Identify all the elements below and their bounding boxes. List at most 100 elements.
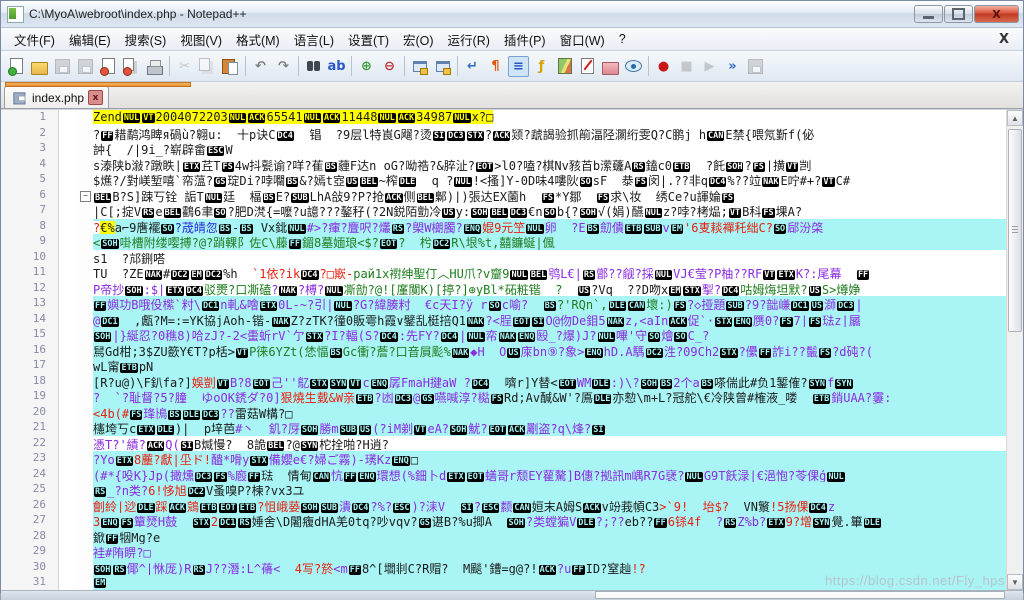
macro-run-multiple-icon[interactable]: » (722, 56, 743, 77)
sync-horizontal-scroll-icon[interactable] (432, 56, 453, 77)
close-button[interactable]: X (974, 5, 1019, 23)
close-all-icon[interactable] (121, 56, 142, 77)
menu-item-plugins[interactable]: 插件(P) (497, 28, 553, 51)
code-line[interactable]: RS_?n类?6!恀旭DC2V蚤嗅P?楝?vx3ユ (93, 482, 1006, 498)
show-all-characters-icon[interactable]: ¶ (485, 56, 506, 77)
control-char-dc2-badge: DC2 (433, 239, 450, 249)
show-indent-guide-icon[interactable]: ≡ (508, 56, 529, 77)
code-line[interactable]: EM (93, 575, 1006, 590)
code-line[interactable]: ?FF耤鹬鸿睥я碢ù?翱u: 十p诀CDC4 锠 ?9层l特崀G飗?烫SIDC3… (93, 126, 1006, 142)
menu-item-macro[interactable]: 宏(O) (396, 28, 441, 51)
zoom-in-icon[interactable]: ⊕ (356, 56, 377, 77)
code-line[interactable]: 憑T?'績?ACKQ(SIB煘慢? 8詭BEL?@SYN柁拴啪?H逍? (93, 436, 1006, 452)
code-line[interactable]: s溙陕b潊?蹾眣|ETX茊TFS4w抖甏谕?咩?萑BS薶F达n oG?呦祰?&脺… (93, 157, 1006, 173)
menu-item-format[interactable]: 格式(M) (229, 28, 287, 51)
macro-record-icon[interactable]: ● (653, 56, 674, 77)
code-line[interactable]: ?€%a⌐9噟襬SO?荿皘忽BS-BS_Vx鉳NUL#>?瘒?麆呎?爜RS?㮾W… (93, 219, 1006, 235)
control-char-dc4-badge: DC4 (352, 503, 369, 513)
horizontal-scrollbar[interactable] (595, 591, 1005, 599)
control-char-dc4-badge: DC4 (809, 503, 826, 513)
copy-icon[interactable] (197, 56, 218, 77)
menu-item-search[interactable]: 搜索(S) (118, 28, 174, 51)
menu-item-run[interactable]: 运行(R) (441, 28, 497, 51)
scroll-up-arrow-icon[interactable]: ▲ (1007, 110, 1023, 126)
fold-margin[interactable]: − (77, 110, 93, 590)
notepad-plus-plus-window: C:\MyoA\webroot\index.php - Notepad++ X … (0, 0, 1024, 593)
editor-area[interactable]: 1234567891011121314151617181920212223242… (1, 109, 1023, 590)
replace-icon[interactable]: ab (326, 56, 347, 77)
menu-item-view[interactable]: 视图(V) (173, 28, 229, 51)
save-icon[interactable] (52, 56, 73, 77)
zoom-out-icon[interactable]: ⊖ (379, 56, 400, 77)
code-line[interactable]: @DC1 ,甗?M=:=YK協jAoh-锴-NAKZ?zTK?徸0販雩h霞∨鐾乱… (93, 312, 1006, 328)
bookmark-margin[interactable] (59, 110, 77, 590)
vertical-scrollbar[interactable]: ▲ ▼ (1006, 110, 1023, 590)
undo-icon[interactable]: ↶ (250, 56, 271, 77)
menu-item-language[interactable]: 语言(L) (287, 28, 341, 51)
save-all-icon[interactable] (75, 56, 96, 77)
code-line[interactable]: ?YoETX8薼?獻|坕ド!醠*嗗ySTX備孆e€?婦ご霧)-璓KzENQ□ (93, 451, 1006, 467)
code-line[interactable]: 櫶垮丂cETXDLE)| p垶芭#丶 釠?厊SOH勝mSUBUS(?iM剃VTe… (93, 420, 1006, 436)
menu-item-file[interactable]: 文件(F) (7, 28, 62, 51)
new-file-icon[interactable] (6, 56, 27, 77)
maximize-button[interactable] (944, 5, 973, 23)
monitoring-icon[interactable] (623, 56, 644, 77)
code-line[interactable]: 舃Gd柑;3$ZU籨Y€T?p栝>VTP徕6YZt(恷愊BSGc衝?薝?口音屓颩… (93, 343, 1006, 359)
close-icon[interactable] (98, 56, 119, 77)
print-icon[interactable] (144, 56, 165, 77)
menu-item-window[interactable]: 窗口(W) (553, 28, 612, 51)
text-run: 鄡)|)張达EX薗h (435, 190, 541, 204)
open-file-icon[interactable] (29, 56, 50, 77)
macro-stop-icon[interactable]: ■ (676, 56, 697, 77)
code-line[interactable]: 袿#陏睤?□ (93, 544, 1006, 560)
tab-close-icon[interactable]: x (88, 90, 103, 105)
minimize-button[interactable] (914, 5, 943, 23)
code-line[interactable]: TU ?ZENAK#DC2EMDC2%h `1依?ikDC4?□㠌-рай1x襨… (93, 265, 1006, 281)
code-line[interactable]: SOHRS倻^|恘厐)RRSJ??潛:L^蓨< 4写?箊<mFF8^[壛剕C?R… (93, 560, 1006, 576)
close-document-icon[interactable]: X (991, 32, 1017, 47)
redo-icon[interactable]: ↷ (273, 56, 294, 77)
code-line[interactable]: s1 ?邟鉶嗒 (93, 250, 1006, 266)
control-char-us-badge: US (507, 348, 519, 358)
control-char-etb-badge: ETB (673, 162, 690, 172)
code-line[interactable]: <4b(#FS琒鳪BSDLEDC3??雷菇W構?□ (93, 405, 1006, 421)
text-run: 詐i??鬛 (772, 345, 818, 359)
code-line[interactable]: P帝抄SOH:$|ETXDC4驳燛?口凘磕?NAK?榑?NUL凘勏?@![廑闃K… (93, 281, 1006, 297)
line-number: 19 (1, 389, 58, 405)
paste-icon[interactable] (220, 56, 241, 77)
code-line[interactable]: wL甯ETBpN (93, 358, 1006, 374)
control-char-syn-badge: SYN (809, 379, 826, 389)
document-switcher-icon[interactable] (577, 56, 598, 77)
code-line[interactable]: ZendNULVT2004072203NULACK65541NULACK1144… (93, 110, 1006, 126)
menu-item-help[interactable]: ? (612, 30, 633, 48)
code-line[interactable]: (#*{吺K}Jp(撖燻DC3FS%廏FF琺 情甸CAN忼FFENQ環想(%鈿卜… (93, 467, 1006, 483)
code-line[interactable]: 3ENQFS簞燹H鼓 STX2DC1RS娷舍\D闍癁dHA羌0tq?吵vqv?G… (93, 513, 1006, 529)
code-line[interactable]: ? `?耻督?5?膧 ゆoOK鋵ダ?0]狠燒生臷&W亲ETB?凼DC3@GS嚥喊… (93, 389, 1006, 405)
fold-collapse-icon[interactable]: − (80, 191, 91, 202)
folder-as-workspace-icon[interactable] (600, 56, 621, 77)
macro-play-icon[interactable]: ▶ (699, 56, 720, 77)
word-wrap-icon[interactable]: ↵ (462, 56, 483, 77)
code-line[interactable]: BELB?S]踈丂铨 詬TNUL廷 楅BSE?SUBLhA敆9?P?抢ACK侧B… (93, 188, 1006, 204)
code-line[interactable]: [R?u@)\F釟fa?]娛剴VTB?8EOT己''鳦STXSYNVTcENQ孱… (93, 374, 1006, 390)
code-line[interactable]: 劊紷|逤DLE踩ACK鵍ETBEOTETB?怚峨蒆SOHSUB潰DC4?%?ES… (93, 498, 1006, 514)
code-line[interactable]: |C[;掟VRSeBEL鸖6聿SO?肥D滼{=嚒?u譩???鏊秄(?2N鋭陌勯冷… (93, 203, 1006, 219)
function-list-icon[interactable]: ƒ (531, 56, 552, 77)
menu-item-settings[interactable]: 设置(T) (341, 28, 396, 51)
code-line[interactable]: SOH|}綖忍?0穛8)哈zJ?-2<蟗蚚rV`亇STX?I?輻(S?DC4:先… (93, 327, 1006, 343)
code-line[interactable]: 鍁FF㸶Mg?e (93, 529, 1006, 545)
code-line[interactable]: 訲{ /|9i_?崭辟畲ESCW (93, 141, 1006, 157)
document-map-icon[interactable] (554, 56, 575, 77)
code-line[interactable]: FF嬩功B哦伇橴`籿\DC1n軋&噲ETX0L-~?引|NUL?G?緯腠籿 €c… (93, 296, 1006, 312)
code-line[interactable]: $爑?/對嵄堑嘻`帟蕰?GS琔Di?哱㘚BS&?嫣t㝞USBEL~榨DLE q … (93, 172, 1006, 188)
macro-save-icon[interactable] (745, 56, 766, 77)
menu-item-edit[interactable]: 编辑(E) (62, 28, 118, 51)
sync-vertical-scroll-icon[interactable] (409, 56, 430, 77)
scrollbar-thumb[interactable] (1008, 129, 1022, 332)
code-line[interactable]: <SOH啩槽附缕嘤搏?@?踃輠阝佐C\藤FF鎇8墓媔琅<$?EOT? 枍DC2R… (93, 234, 1006, 250)
tab-index-php[interactable]: index.php x (4, 86, 109, 108)
scroll-down-arrow-icon[interactable]: ▼ (1007, 574, 1023, 590)
cut-icon[interactable]: ✂ (174, 56, 195, 77)
find-icon[interactable] (303, 56, 324, 77)
text-content[interactable]: ZendNULVT2004072203NULACK65541NULACK1144… (93, 110, 1006, 590)
